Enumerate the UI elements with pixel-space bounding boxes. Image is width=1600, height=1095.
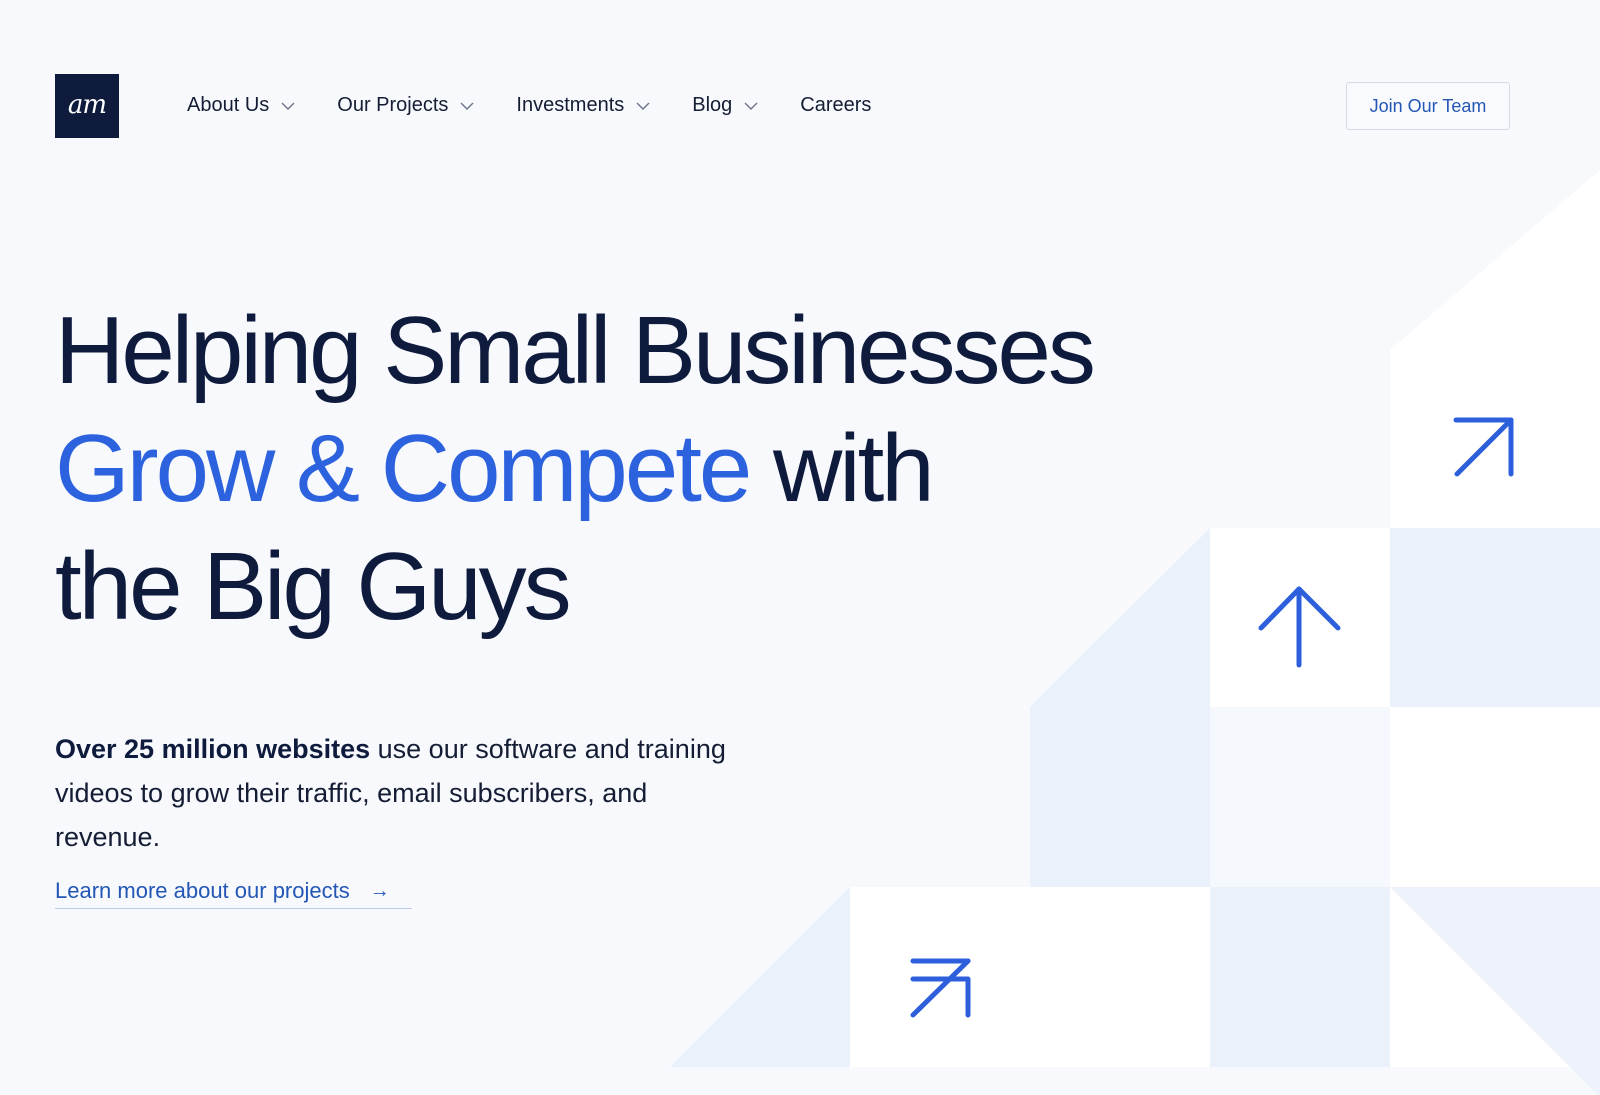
bg-tile-white-right <box>1390 707 1600 887</box>
nav-item-our-projects[interactable]: Our Projects <box>337 94 474 117</box>
subtext-highlight: Over 25 million websites <box>55 734 371 764</box>
headline-accent: Grow & Compete <box>55 415 752 522</box>
hero-subtext: Over 25 million websites use our softwar… <box>55 727 755 859</box>
nav-item-label: Our Projects <box>337 94 449 116</box>
bg-tile-light-mid <box>1030 707 1210 887</box>
chevron-down-icon <box>281 102 295 110</box>
bg-triangle-bottom-left <box>670 887 850 1067</box>
main-nav: About Us Our Projects Investments Blog C… <box>187 94 913 117</box>
brand-logo[interactable]: am <box>55 74 119 138</box>
nav-item-careers[interactable]: Careers <box>800 94 871 117</box>
headline-line-2-rest: with <box>749 415 935 522</box>
learn-more-link[interactable]: Learn more about our projects → <box>55 878 412 909</box>
nav-item-label: Blog <box>692 94 733 116</box>
nav-item-label: Careers <box>800 94 872 116</box>
bg-tile-top-right <box>1390 170 1600 528</box>
nav-item-label: About Us <box>187 94 270 116</box>
hero-section: Helping Small Businesses Grow & Compete … <box>55 292 1096 646</box>
nav-item-label: Investments <box>516 94 625 116</box>
headline-line-3: the Big Guys <box>55 533 572 640</box>
learn-more-label: Learn more about our projects <box>55 878 350 903</box>
chevron-down-icon <box>460 102 474 110</box>
chevron-down-icon <box>636 102 650 110</box>
site-header: am About Us Our Projects Investments Blo… <box>0 0 1600 210</box>
logo-text: am <box>67 90 107 120</box>
nav-item-investments[interactable]: Investments <box>516 94 650 117</box>
bg-tile-faint <box>1210 707 1390 887</box>
nav-item-blog[interactable]: Blog <box>692 94 758 117</box>
hero-headline: Helping Small Businesses Grow & Compete … <box>55 292 1096 646</box>
bg-tile-light-mid-right <box>1390 528 1600 707</box>
headline-line-1: Helping Small Businesses <box>55 297 1096 404</box>
join-our-team-button[interactable]: Join Our Team <box>1346 82 1510 130</box>
arrow-right-icon: → <box>369 879 390 902</box>
bg-tile-light-bottom <box>1210 887 1390 1067</box>
bg-tile-white-bottom <box>850 887 1210 1067</box>
chevron-down-icon <box>744 102 758 110</box>
nav-item-about-us[interactable]: About Us <box>187 94 295 117</box>
